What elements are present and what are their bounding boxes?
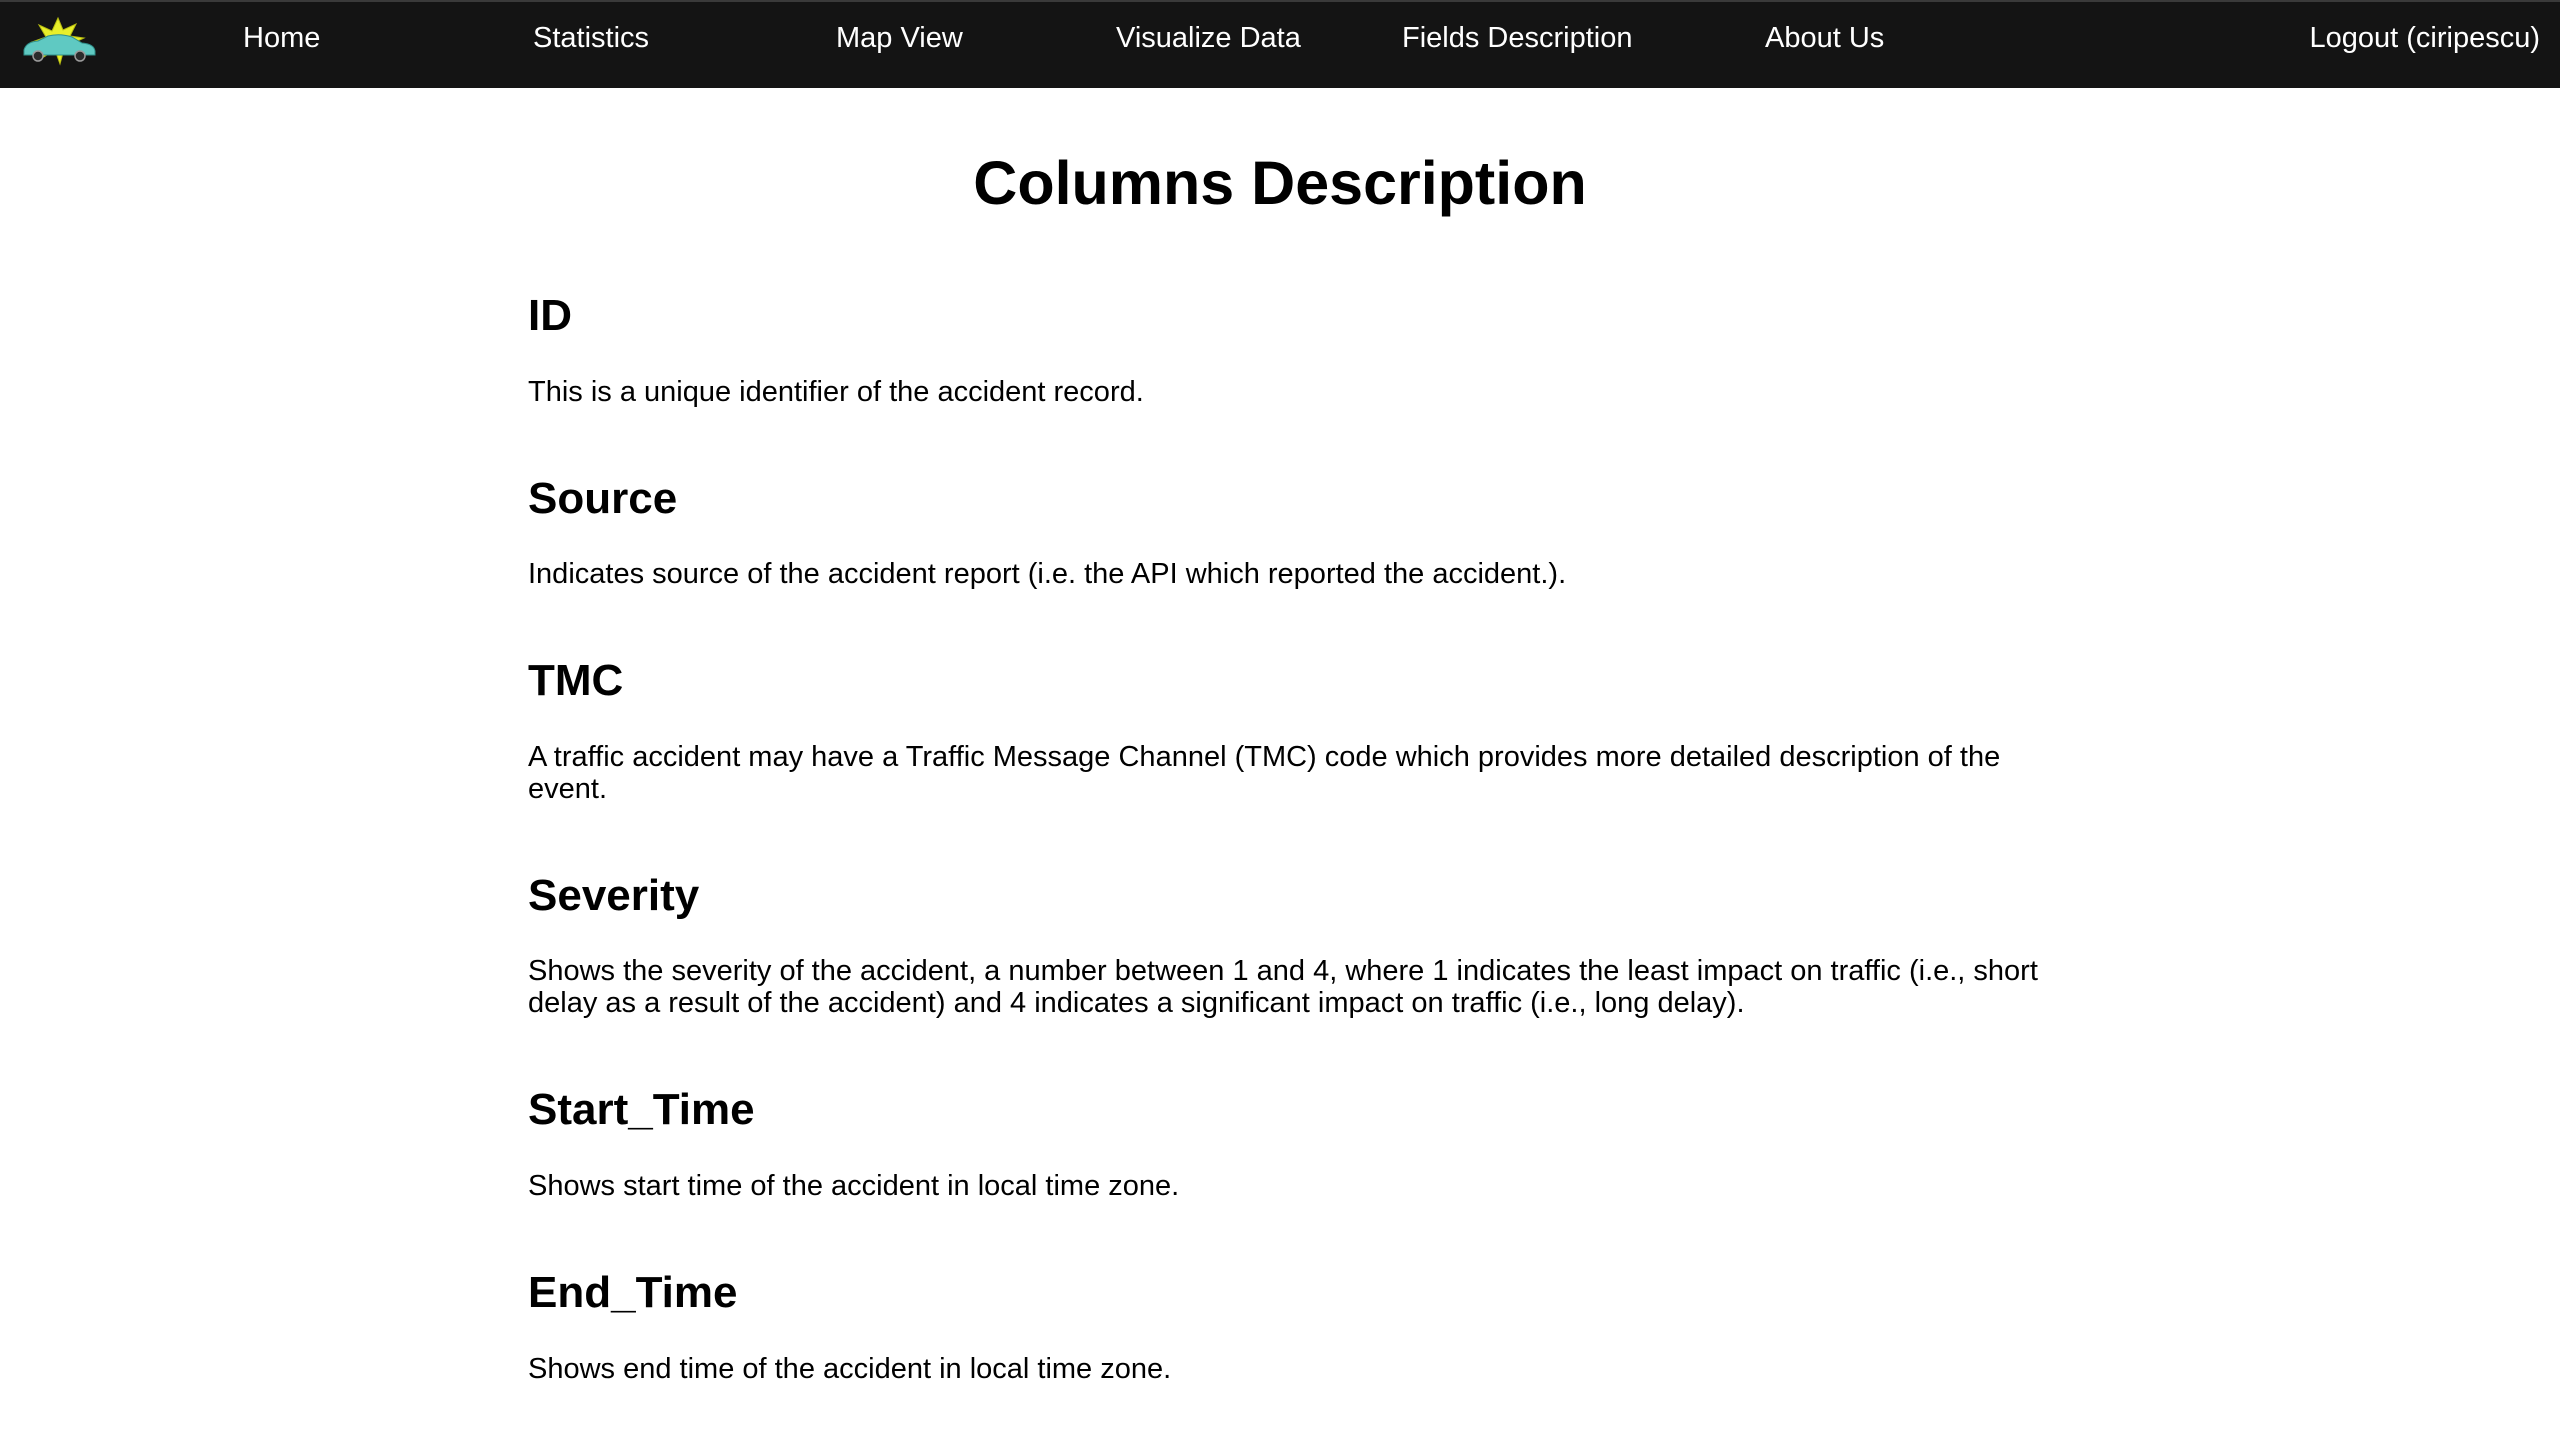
field-start-time: Start_Time Shows start time of the accid… bbox=[528, 1085, 2048, 1202]
field-description: Shows the severity of the accident, a nu… bbox=[528, 955, 2038, 1020]
field-tmc: TMC A traffic accident may have a Traffi… bbox=[528, 656, 2048, 805]
field-name: Start_Time bbox=[528, 1085, 755, 1135]
nav-link-map-view[interactable]: Map View bbox=[836, 2, 963, 74]
field-name: Severity bbox=[528, 870, 700, 920]
field-source: Source Indicates source of the accident … bbox=[528, 474, 2048, 591]
nav-link-statistics[interactable]: Statistics bbox=[533, 2, 649, 74]
field-severity: Severity Shows the severity of the accid… bbox=[528, 871, 2048, 1020]
top-navbar: Home Statistics Map View Visualize Data … bbox=[0, 0, 2560, 88]
nav-link-visualize-data[interactable]: Visualize Data bbox=[1116, 2, 1301, 74]
field-name: ID bbox=[528, 291, 572, 341]
field-description: A traffic accident may have a Traffic Me… bbox=[528, 740, 2001, 805]
field-description: Shows end time of the accident in local … bbox=[528, 1352, 1172, 1385]
field-description: This is a unique identifier of the accid… bbox=[528, 375, 1144, 408]
nav-link-home[interactable]: Home bbox=[243, 2, 320, 74]
nav-link-fields-description[interactable]: Fields Description bbox=[1402, 2, 1632, 74]
field-name: TMC bbox=[528, 656, 624, 706]
field-description: Indicates source of the accident report … bbox=[528, 558, 1567, 591]
nav-link-about-us[interactable]: About Us bbox=[1765, 2, 1884, 74]
field-name: Source bbox=[528, 473, 678, 523]
main-content: Columns Description ID This is a unique … bbox=[528, 88, 2048, 1385]
field-end-time: End_Time Shows end time of the accident … bbox=[528, 1268, 2048, 1385]
car-crash-logo-icon[interactable] bbox=[18, 16, 100, 68]
field-id: ID This is a unique identifier of the ac… bbox=[528, 291, 2048, 408]
field-name: End_Time bbox=[528, 1268, 738, 1318]
field-description: Shows start time of the accident in loca… bbox=[528, 1170, 1180, 1203]
logout-link[interactable]: Logout (ciripescu) bbox=[2310, 2, 2541, 74]
page-title: Columns Description bbox=[973, 149, 1587, 217]
